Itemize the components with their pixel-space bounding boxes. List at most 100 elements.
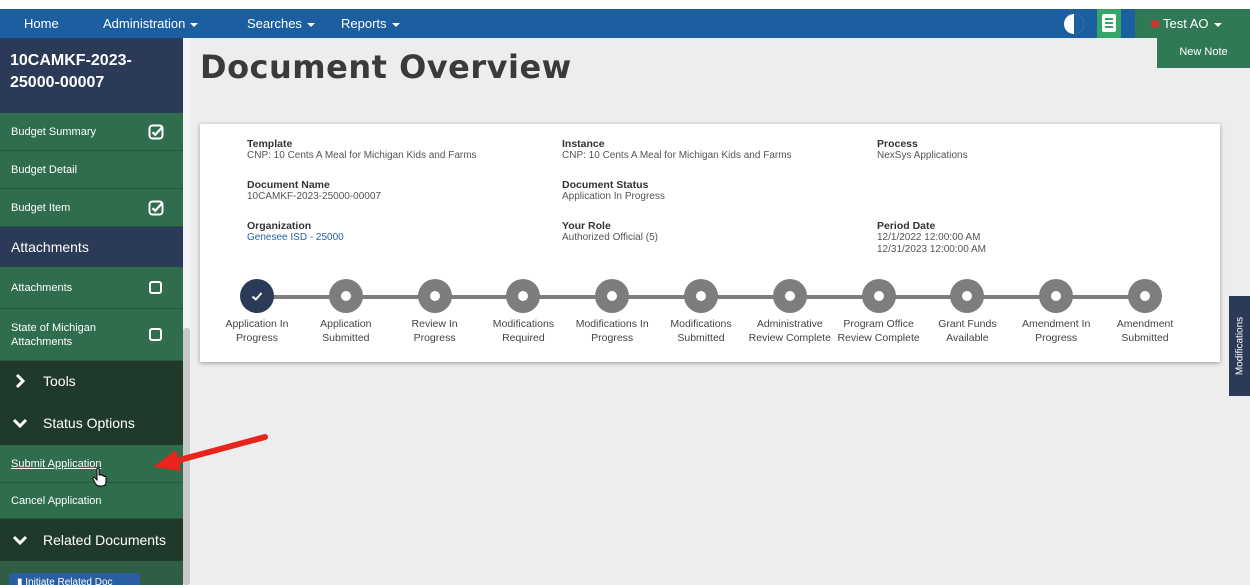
timeline-node — [772, 279, 807, 313]
step-label-line2: Progress — [591, 332, 634, 344]
sidebar-section-status-options[interactable]: Status Options — [0, 401, 183, 445]
period-start: 12/1/2022 12:00:00 AM — [877, 232, 981, 243]
sidebar-section-attachments[interactable]: Attachments — [0, 227, 183, 267]
timeline-step-label: Application In Progress — [214, 317, 300, 345]
timeline-node — [861, 279, 896, 313]
role-label: Your Role — [562, 220, 611, 232]
document-icon[interactable] — [1097, 9, 1121, 38]
sidebar-item-budget-summary[interactable]: Budget Summary — [0, 113, 183, 151]
instance-label: Instance — [562, 138, 605, 150]
chevron-down-icon — [12, 535, 28, 546]
sidebar-section-related-documents[interactable]: Related Documents — [0, 519, 183, 561]
nav-searches-label: Searches — [247, 16, 302, 31]
document-name-value: 10CAMKF-2023-25000-00007 — [247, 191, 381, 202]
user-name: Test AO — [1163, 16, 1209, 31]
sidebar-item-label: Cancel Application — [11, 494, 102, 507]
step-label-line2: Submitted — [677, 332, 725, 344]
timeline-node — [506, 279, 541, 313]
chevron-down-icon — [12, 418, 28, 429]
sidebar-section-tools[interactable]: Tools — [0, 361, 183, 401]
nav-home-label: Home — [24, 16, 59, 31]
sidebar-item-label: Budget Detail — [11, 163, 78, 176]
template-label: Template — [247, 138, 293, 150]
hand-cursor-icon — [92, 467, 107, 487]
organization-link[interactable]: Genesee ISD - 25000 — [247, 232, 344, 244]
timeline-step-label: Review In Progress — [392, 317, 478, 345]
document-name-info: Document Name 10CAMKF-2023-25000-00007 — [247, 179, 381, 203]
sidebar-section-label: Related Documents — [43, 532, 166, 548]
nav-reports[interactable]: Reports — [341, 16, 400, 31]
sidebar-scrollbar[interactable] — [183, 38, 191, 585]
timeline-node — [417, 279, 452, 313]
timeline-step-label: Administrative Review Complete — [747, 317, 833, 345]
top-strip — [0, 0, 1250, 9]
scrollbar-thumb[interactable] — [183, 328, 190, 585]
timeline-step-label: Modifications Required — [480, 317, 566, 345]
organization-info: Organization Genesee ISD - 25000 — [247, 220, 344, 244]
sidebar-item-budget-item[interactable]: Budget Item — [0, 189, 183, 227]
period-date-info: Period Date 12/1/2022 12:00:00 AM 12/31/… — [877, 220, 986, 256]
process-label: Process — [877, 138, 918, 150]
period-end: 12/31/2023 12:00:00 AM — [877, 244, 986, 255]
timeline-node — [595, 279, 630, 313]
unchecked-checkbox-icon — [149, 327, 162, 341]
nav-administration[interactable]: Administration — [103, 16, 199, 31]
initiate-related-doc-button[interactable]: ▮ Initiate Related Doc — [9, 573, 140, 585]
step-label-line1: Amendment — [1116, 318, 1174, 330]
step-label-line2: Progress — [1035, 332, 1078, 344]
step-label-line1: Application — [320, 318, 372, 330]
timeline-step-label: Program Office Review Complete — [836, 317, 922, 345]
user-menu[interactable]: Test AO — [1135, 9, 1250, 38]
chevron-right-icon — [15, 373, 26, 389]
contrast-icon[interactable] — [1064, 14, 1084, 34]
document-id-text: 10CAMKF-2023-25000-00007 — [10, 52, 132, 91]
step-label-line1: Program Office — [843, 318, 914, 330]
timeline-step-label: Modifications Submitted — [658, 317, 744, 345]
document-overview-card: Template CNP: 10 Cents A Meal for Michig… — [200, 124, 1220, 362]
modifications-tab[interactable]: Modifications — [1229, 296, 1250, 396]
step-label-line1: Review In — [411, 318, 458, 330]
timeline-node — [684, 279, 718, 313]
role-info: Your Role Authorized Official (5) — [562, 220, 658, 244]
nav-administration-label: Administration — [103, 16, 186, 31]
step-label-line2: Submitted — [1121, 332, 1169, 344]
process-value: NexSys Applications — [877, 150, 968, 161]
step-label-line2: Progress — [235, 332, 278, 344]
document-status-label: Document Status — [562, 179, 649, 191]
instance-value: CNP: 10 Cents A Meal for Michigan Kids a… — [562, 150, 792, 161]
document-status-info: Document Status Application In Progress — [562, 179, 665, 203]
unchecked-checkbox-icon — [149, 280, 162, 294]
role-value: Authorized Official (5) — [562, 232, 658, 243]
sidebar-item-budget-detail[interactable]: Budget Detail — [0, 151, 183, 189]
step-label-line2: Review Complete — [748, 332, 831, 344]
step-label-line1: Administrative — [756, 318, 823, 330]
sidebar-section-label: Attachments — [11, 239, 89, 255]
timeline-node — [950, 279, 985, 313]
nav-reports-label: Reports — [341, 16, 387, 31]
caret-down-icon — [306, 22, 315, 27]
instance-info: Instance CNP: 10 Cents A Meal for Michig… — [562, 138, 792, 162]
sidebar-section-label: Tools — [43, 373, 76, 389]
top-navbar: Home Administration Searches Reports Tes… — [0, 9, 1250, 38]
step-label-line1: Modifications In — [575, 318, 649, 330]
page-title: Document Overview — [200, 48, 572, 86]
sidebar-item-attachments[interactable]: Attachments — [0, 267, 183, 309]
sidebar-item-state-attachments[interactable]: State of Michigan Attachments — [0, 309, 183, 361]
nav-home[interactable]: Home — [24, 16, 59, 31]
timeline-step-label: Amendment In Progress — [1013, 317, 1099, 345]
sidebar-section-label: Status Options — [43, 415, 135, 431]
caret-down-icon — [190, 22, 199, 27]
check-icon — [251, 292, 263, 301]
template-info: Template CNP: 10 Cents A Meal for Michig… — [247, 138, 477, 162]
checked-checkbox-icon — [148, 124, 164, 139]
period-date-label: Period Date — [877, 220, 936, 232]
user-status-dot — [1151, 20, 1159, 28]
template-value: CNP: 10 Cents A Meal for Michigan Kids a… — [247, 150, 477, 161]
caret-down-icon — [391, 22, 400, 27]
step-label-line1: Modifications — [670, 318, 732, 330]
sidebar-item-cancel-application[interactable]: Cancel Application — [0, 483, 183, 519]
initiate-button-label: Initiate Related Doc — [25, 577, 113, 585]
nav-searches[interactable]: Searches — [247, 16, 315, 31]
new-note-button[interactable]: New Note — [1157, 38, 1250, 68]
timeline-step-label: Modifications In Progress — [569, 317, 655, 345]
